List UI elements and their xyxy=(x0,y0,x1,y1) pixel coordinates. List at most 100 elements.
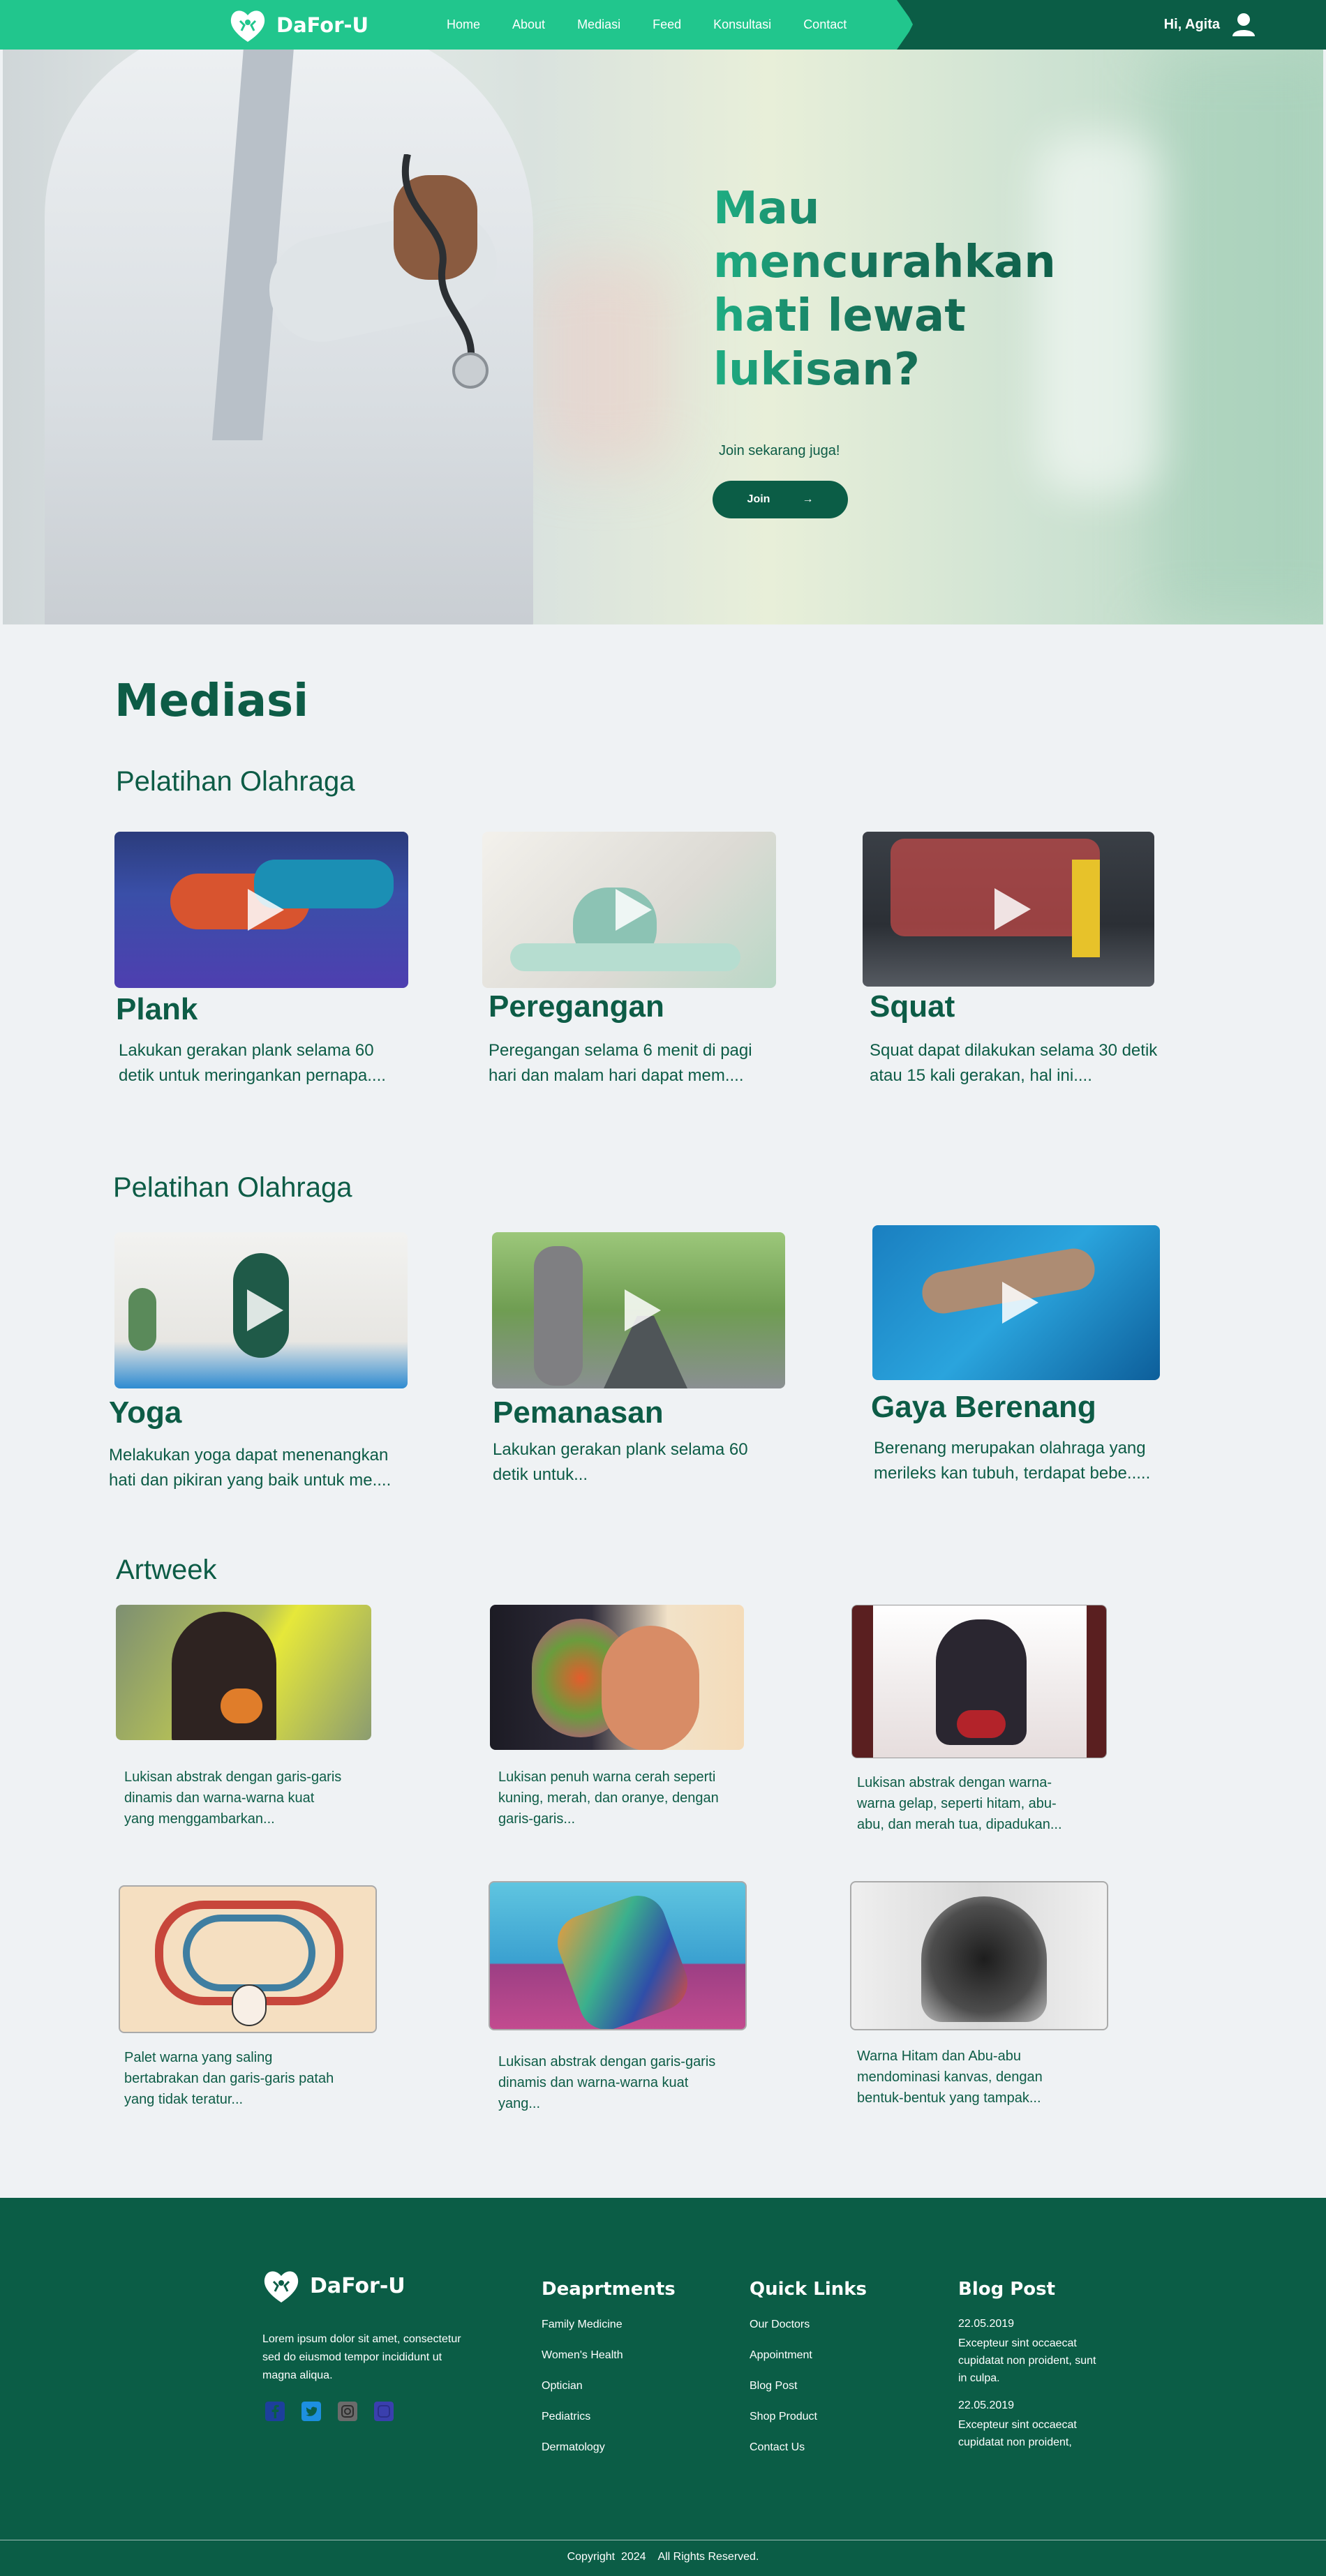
nav-link-konsultasi[interactable]: Konsultasi xyxy=(713,17,771,32)
card-title-squat: Squat xyxy=(870,989,955,1024)
card-title-yoga: Yoga xyxy=(109,1395,182,1430)
card-desc-berenang: Berenang merupakan olahraga yang merilek… xyxy=(874,1439,1151,1483)
art-curtain xyxy=(852,1605,873,1758)
artwork-3-desc: Lukisan abstrak dengan warna-warna gelap… xyxy=(857,1775,1062,1832)
brand-logo[interactable]: DaFor-U xyxy=(228,7,368,43)
nav-link-contact[interactable]: Contact xyxy=(803,17,847,32)
quick-link[interactable]: Shop Product xyxy=(750,2410,867,2424)
blog-date: 22.05.2019 xyxy=(958,2318,1015,2330)
blog-title: Blog Post xyxy=(958,2279,1056,2300)
artwork-1[interactable] xyxy=(116,1605,371,1740)
arrow-right-icon: → xyxy=(802,493,814,505)
card-title-plank: Plank xyxy=(116,992,198,1026)
nav-link-home[interactable]: Home xyxy=(447,17,480,32)
play-icon[interactable] xyxy=(1002,1282,1038,1324)
main-menu: Home About Mediasi Feed Konsultasi Conta… xyxy=(447,0,879,50)
artwork-2-desc: Lukisan penuh warna cerah seperti kuning… xyxy=(498,1769,719,1827)
hero-subtitle: Join sekarang juga! xyxy=(719,443,840,458)
art-face xyxy=(602,1626,699,1750)
brand-name: DaFor-U xyxy=(276,13,369,37)
blog-excerpt[interactable]: Excepteur sint occaecat cupidatat non pr… xyxy=(958,2416,1105,2451)
card-title-peregangan: Peregangan xyxy=(489,989,664,1024)
quick-link[interactable]: Our Doctors xyxy=(750,2318,867,2332)
card-desc-pemanasan: Lakukan gerakan plank selama 60 detik un… xyxy=(493,1440,748,1484)
video-thumb-pemanasan[interactable] xyxy=(492,1232,785,1388)
video-thumb-squat[interactable] xyxy=(863,832,1154,987)
card-desc-squat: Squat dapat dilakukan selama 30 detik at… xyxy=(870,1041,1158,1085)
group2-title: Pelatihan Olahraga xyxy=(113,1172,352,1203)
footer-blog: Blog Post 22.05.2019 Excepteur sint occa… xyxy=(958,2279,1105,2464)
blog-excerpt[interactable]: Excepteur sint occaecat cupidatat non pr… xyxy=(958,2335,1105,2387)
footer-brand-name: DaFor-U xyxy=(310,2273,405,2298)
group1-title: Pelatihan Olahraga xyxy=(116,766,355,797)
heart-hands-icon xyxy=(230,10,265,42)
quick-link[interactable]: Contact Us xyxy=(750,2441,867,2455)
play-icon[interactable] xyxy=(247,889,284,931)
department-link[interactable]: Pediatrics xyxy=(542,2410,676,2424)
quick-link[interactable]: Appointment xyxy=(750,2349,867,2362)
hero-title: Mau mencurahkan hati lewat lukisan? xyxy=(713,182,1104,397)
card-title-berenang: Gaya Berenang xyxy=(871,1390,1096,1424)
facebook-icon[interactable] xyxy=(265,2402,285,2421)
mediasi-title: Mediasi xyxy=(114,675,309,727)
nav-link-mediasi[interactable]: Mediasi xyxy=(577,17,620,32)
quick-link[interactable]: Blog Post xyxy=(750,2379,867,2393)
artwork-5-desc: Lukisan abstrak dengan garis-garis dinam… xyxy=(498,2054,716,2111)
user-icon[interactable] xyxy=(1231,13,1256,36)
greeting-text: Hi, Agita xyxy=(1163,16,1220,32)
department-link[interactable]: Optician xyxy=(542,2379,676,2393)
instagram-icon[interactable] xyxy=(338,2402,357,2421)
art-hands xyxy=(549,1887,696,2029)
footer-brand-logo[interactable]: DaFor-U xyxy=(261,2268,405,2304)
card-desc-plank: Lakukan gerakan plank selama 60 detik un… xyxy=(119,1041,386,1085)
footer-about: Lorem ipsum dolor sit amet, consectetur … xyxy=(262,2333,461,2381)
play-icon[interactable] xyxy=(615,889,652,931)
artwork-2[interactable] xyxy=(490,1605,744,1750)
video-thumb-yoga[interactable] xyxy=(114,1232,408,1388)
stethoscope-icon xyxy=(401,154,489,389)
footer: DaFor-U Lorem ipsum dolor sit amet, cons… xyxy=(0,2198,1326,2576)
thumb-plant xyxy=(128,1288,156,1351)
copyright: Copyright 2024 All Rights Reserved. xyxy=(567,2551,759,2563)
hero-banner: Mau mencurahkan hati lewat lukisan? Join… xyxy=(3,50,1323,624)
nav-link-feed[interactable]: Feed xyxy=(653,17,681,32)
footer-departments: Deaprtments Family Medicine Women's Heal… xyxy=(542,2279,676,2471)
thumb-accent xyxy=(1072,860,1100,957)
twitter-icon[interactable] xyxy=(301,2402,321,2421)
nav-link-about[interactable]: About xyxy=(512,17,545,32)
artwork-6[interactable] xyxy=(850,1881,1108,2030)
card-title-pemanasan: Pemanasan xyxy=(493,1395,664,1430)
art-silhouette xyxy=(172,1612,276,1740)
video-thumb-peregangan[interactable] xyxy=(482,832,776,988)
artwork-6-desc: Warna Hitam dan Abu-abu mendominasi kanv… xyxy=(857,2049,1043,2106)
art-curtain xyxy=(1087,1605,1106,1758)
art-figure xyxy=(921,1896,1047,2022)
hero-bg-blur-right xyxy=(1154,50,1323,622)
video-thumb-plank[interactable] xyxy=(114,832,408,988)
artwork-3[interactable] xyxy=(851,1605,1107,1758)
hero-bg-blur-pink xyxy=(533,259,673,468)
artwork-5[interactable] xyxy=(489,1881,747,2030)
department-link[interactable]: Family Medicine xyxy=(542,2318,676,2332)
join-button[interactable]: Join → xyxy=(713,481,848,518)
play-icon[interactable] xyxy=(247,1289,283,1331)
department-link[interactable]: Dermatology xyxy=(542,2441,676,2455)
artweek-title: Artweek xyxy=(116,1555,217,1585)
video-thumb-berenang[interactable] xyxy=(872,1225,1160,1380)
artwork-4-desc: Palet warna yang saling bertabrakan dan … xyxy=(124,2050,334,2107)
play-icon[interactable] xyxy=(625,1289,661,1331)
thumb-mat xyxy=(510,943,740,971)
artwork-4[interactable] xyxy=(119,1885,377,2033)
blog-date: 22.05.2019 xyxy=(958,2399,1015,2411)
thumb-figure xyxy=(534,1246,583,1386)
art-swirl xyxy=(183,1915,315,1991)
play-icon[interactable] xyxy=(994,888,1031,930)
user-greeting[interactable]: Hi, Agita xyxy=(1164,13,1256,36)
linkedin-icon[interactable] xyxy=(374,2402,394,2421)
department-link[interactable]: Women's Health xyxy=(542,2349,676,2362)
departments-title: Deaprtments xyxy=(542,2279,676,2300)
footer-quicklinks: Quick Links Our Doctors Appointment Blog… xyxy=(750,2279,867,2471)
artwork-1-desc: Lukisan abstrak dengan garis-garis dinam… xyxy=(124,1769,342,1827)
card-desc-yoga: Melakukan yoga dapat menenangkan hati da… xyxy=(109,1446,392,1490)
card-desc-peregangan: Peregangan selama 6 menit di pagi hari d… xyxy=(489,1041,752,1085)
